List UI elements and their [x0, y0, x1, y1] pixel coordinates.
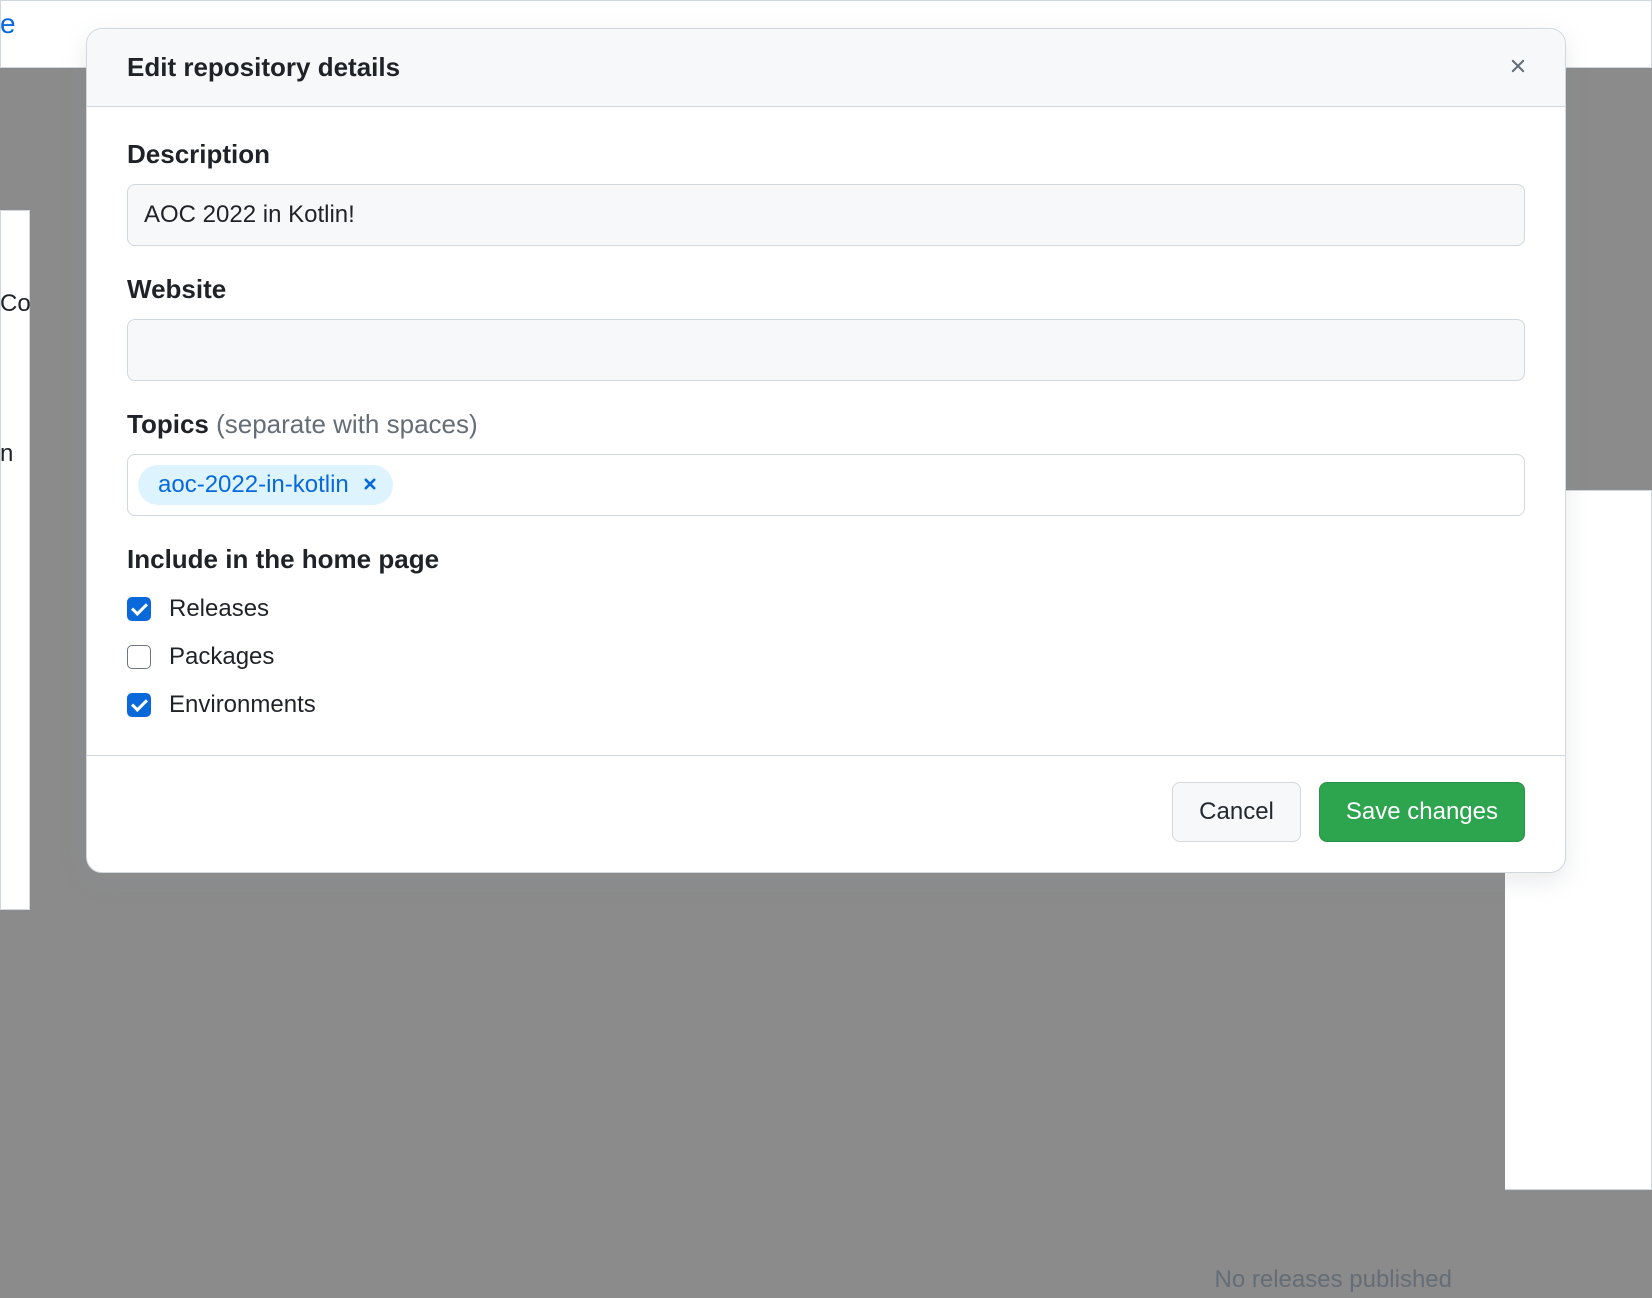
description-label: Description	[127, 139, 1525, 170]
website-input[interactable]	[127, 319, 1525, 381]
close-icon	[361, 475, 379, 496]
close-button[interactable]	[1503, 51, 1533, 84]
checkbox-row-packages: Packages	[127, 643, 1525, 671]
topics-field-group: Topics (separate with spaces) aoc-2022-i…	[127, 409, 1525, 516]
topic-pill-label: aoc-2022-in-kotlin	[158, 471, 349, 499]
checkbox-row-environments: Environments	[127, 691, 1525, 719]
website-field-group: Website	[127, 274, 1525, 381]
modal-footer: Cancel Save changes	[87, 755, 1565, 872]
modal-header: Edit repository details	[87, 29, 1565, 107]
checkbox-row-releases: Releases	[127, 595, 1525, 623]
modal-title: Edit repository details	[127, 52, 400, 83]
modal-body: Description Website Topics (separate wit…	[87, 107, 1565, 755]
description-input[interactable]	[127, 184, 1525, 246]
packages-checkbox[interactable]	[127, 645, 151, 669]
releases-checkbox[interactable]	[127, 597, 151, 621]
topics-label-text: Topics	[127, 409, 209, 439]
include-heading: Include in the home page	[127, 544, 1525, 575]
topic-pill: aoc-2022-in-kotlin	[138, 465, 393, 505]
description-field-group: Description	[127, 139, 1525, 246]
releases-checkbox-label[interactable]: Releases	[169, 595, 269, 623]
topics-hint: (separate with spaces)	[216, 409, 478, 439]
edit-repository-modal: Edit repository details Description Webs…	[86, 28, 1566, 873]
website-label: Website	[127, 274, 1525, 305]
environments-checkbox-label[interactable]: Environments	[169, 691, 316, 719]
save-changes-button[interactable]: Save changes	[1319, 782, 1525, 842]
modal-overlay: Edit repository details Description Webs…	[0, 0, 1652, 1298]
topics-input-container[interactable]: aoc-2022-in-kotlin	[127, 454, 1525, 516]
topic-remove-button[interactable]	[361, 475, 379, 496]
include-section: Include in the home page Releases Packag…	[127, 544, 1525, 719]
environments-checkbox[interactable]	[127, 693, 151, 717]
packages-checkbox-label[interactable]: Packages	[169, 643, 274, 671]
cancel-button[interactable]: Cancel	[1172, 782, 1301, 842]
topics-label: Topics (separate with spaces)	[127, 409, 1525, 440]
close-icon	[1507, 55, 1529, 80]
